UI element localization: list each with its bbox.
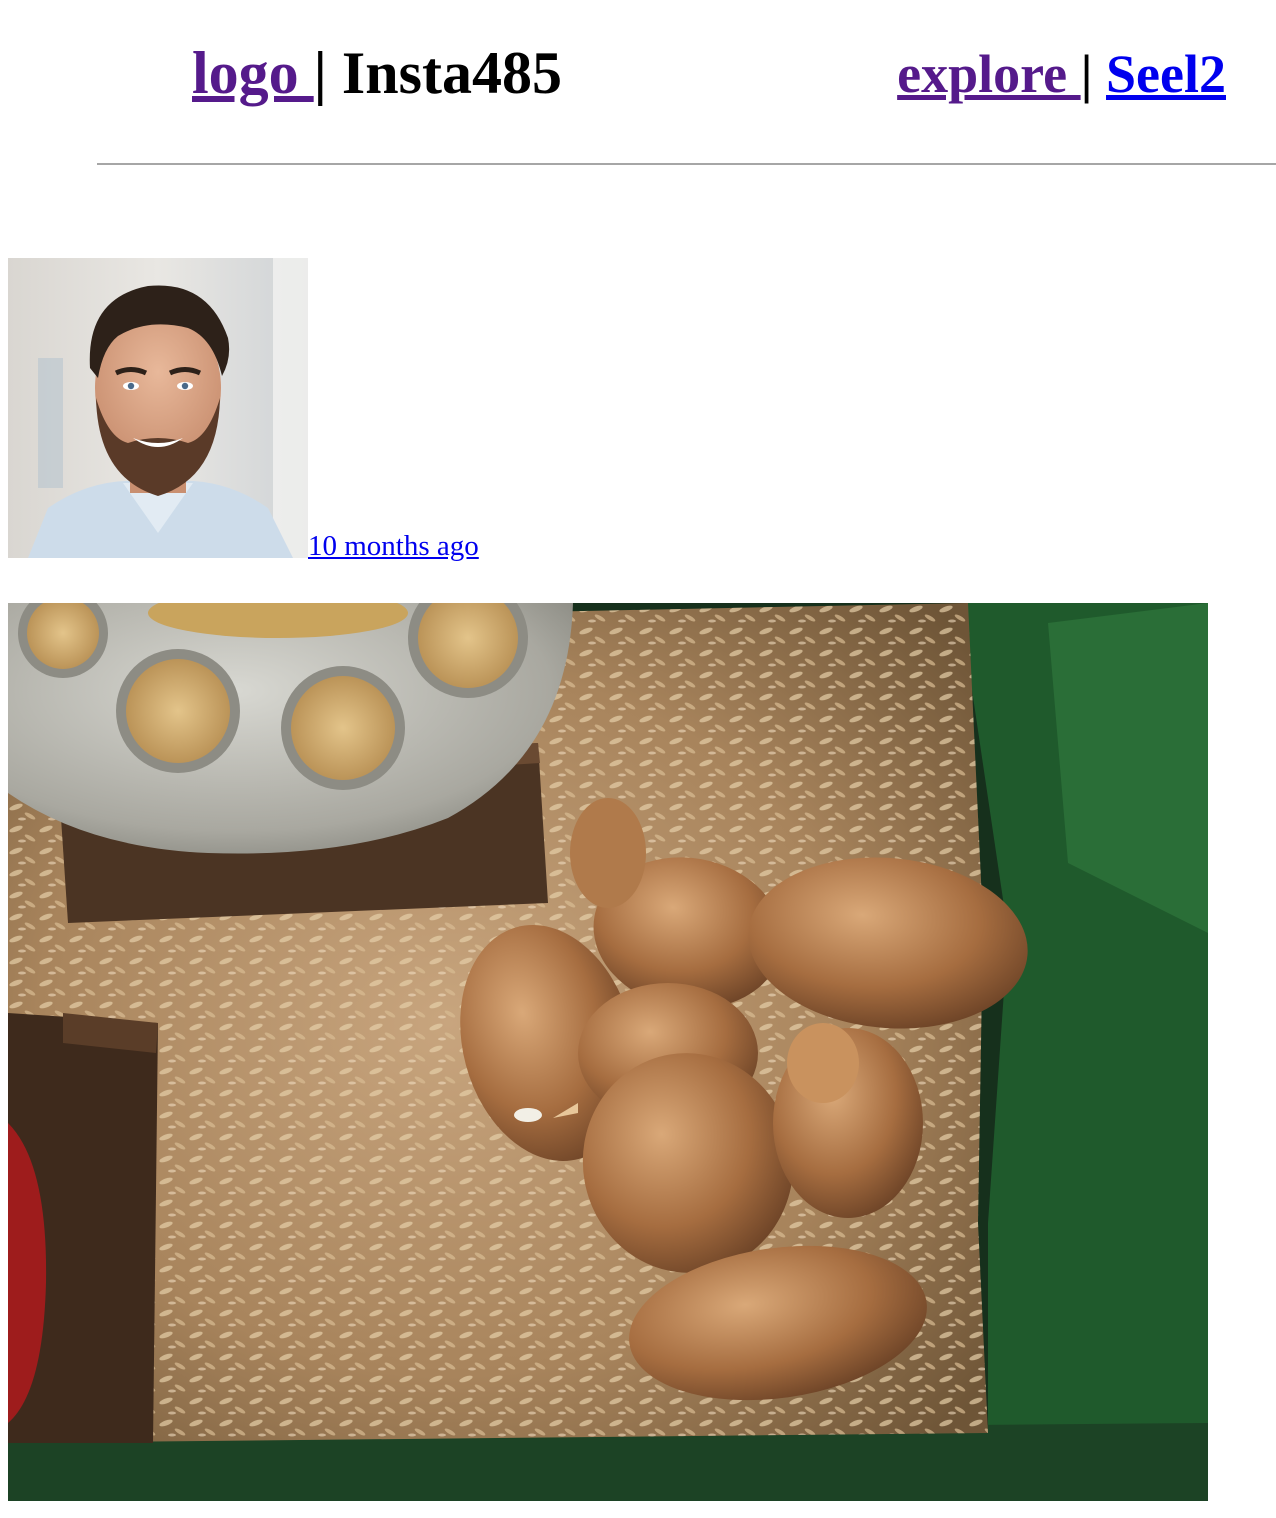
explore-link[interactable]: explore bbox=[897, 44, 1080, 104]
avatar-photo-icon bbox=[8, 258, 308, 558]
app-title: Insta485 bbox=[341, 40, 562, 106]
post-image bbox=[8, 603, 1208, 1501]
header-left: logo | Insta485 bbox=[192, 38, 562, 108]
nav-separator: | bbox=[1080, 44, 1093, 104]
logo-link[interactable]: logo bbox=[192, 40, 314, 106]
post-timestamp-link[interactable]: 10 months ago bbox=[308, 528, 479, 564]
post-photo-icon bbox=[8, 603, 1208, 1501]
header-divider bbox=[97, 163, 1276, 165]
user-profile-link[interactable]: Seel2 bbox=[1106, 44, 1226, 104]
header-right: explore | Seel2 bbox=[897, 42, 1226, 106]
header-separator: | bbox=[313, 40, 327, 106]
owner-avatar[interactable] bbox=[8, 258, 308, 558]
